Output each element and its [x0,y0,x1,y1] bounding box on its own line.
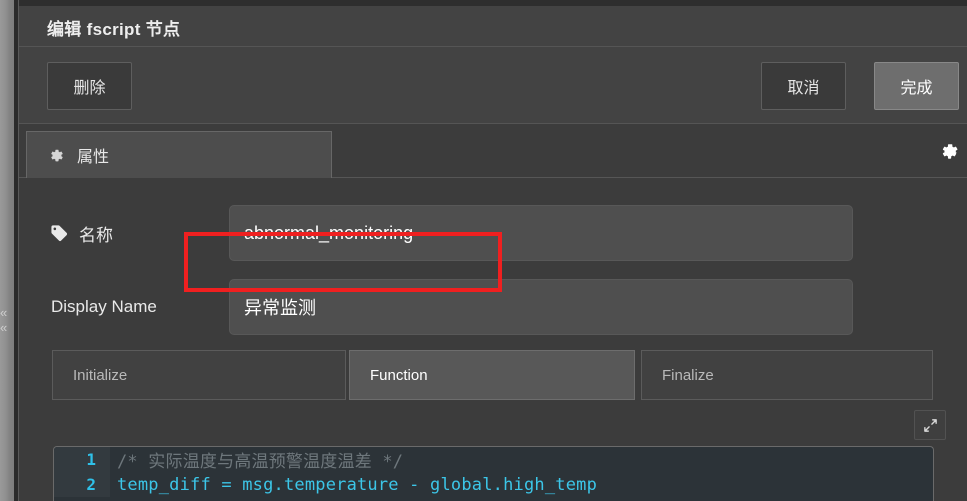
chevron-left-icon[interactable]: «« [0,305,14,337]
tab-properties[interactable]: 属性 [26,131,332,178]
expand-icon [923,418,937,432]
dialog-body: 名称 Display Name Initialize Function Fina… [19,178,967,501]
editor-canvas-strip: «« [0,0,14,501]
code-line: 2 temp_diff = msg.temperature - global.h… [54,472,933,497]
name-label: 名称 [51,205,113,261]
tab-properties-label: 属性 [77,149,110,166]
name-input[interactable] [229,205,853,261]
script-tabs: Initialize Function Finalize [19,350,967,400]
page-title: 编辑 fscript 节点 [47,20,181,39]
display-name-label: Display Name [51,279,157,335]
line-number: 1 [54,447,110,472]
dialog-toolbar: 删除 取消 完成 [19,48,967,124]
gear-icon [49,148,64,163]
cancel-button[interactable]: 取消 [761,62,846,110]
display-name-input[interactable] [229,279,853,335]
display-name-row: Display Name [19,279,967,335]
tab-finalize[interactable]: Finalize [641,350,933,400]
name-label-text: 名称 [79,225,113,245]
code-line-text: temp_diff = msg.temperature - global.hig… [117,474,598,495]
name-row: 名称 [19,205,967,292]
screen-root: «« 编辑 fscript 节点 删除 取消 完成 属性 名称 abnormal… [0,0,967,501]
line-number: 2 [54,472,110,497]
delete-button[interactable]: 删除 [47,62,132,110]
dialog-header: 编辑 fscript 节点 [19,6,967,47]
tab-function[interactable]: Function [349,350,635,400]
code-line: 1 /* 实际温度与高温预警温度温差 */ [54,447,933,472]
tab-initialize[interactable]: Initialize [52,350,346,400]
tag-icon [51,224,68,242]
display-name-label-text: Display Name [51,297,157,316]
expand-editor-button[interactable] [914,410,946,440]
gear-icon [942,143,957,159]
dialog-tabbar: 属性 [19,124,967,178]
code-line-text: /* 实际温度与高温预警温度温差 */ [117,452,404,472]
code-editor[interactable]: 1 /* 实际温度与高温预警温度温差 */ 2 temp_diff = msg.… [53,446,934,501]
edit-node-dialog: 编辑 fscript 节点 删除 取消 完成 属性 名称 abnormal_mo… [18,0,967,501]
settings-gear-button[interactable] [933,134,965,168]
done-button[interactable]: 完成 [874,62,959,110]
